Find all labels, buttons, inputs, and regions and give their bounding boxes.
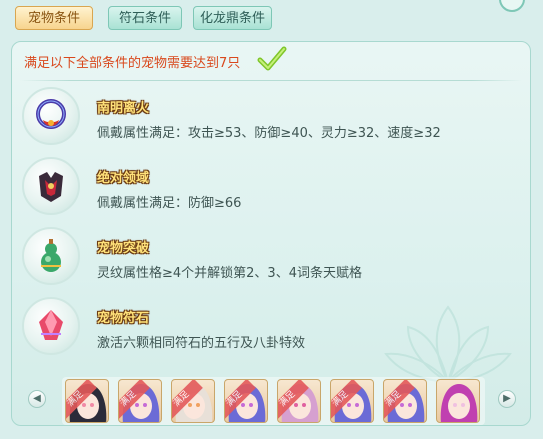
pet-portrait[interactable]: 满足: [224, 379, 268, 423]
armor-icon: [39, 172, 63, 202]
carousel-next-button[interactable]: ▶: [498, 390, 516, 408]
condition-row: 绝对领域 佩戴属性满足：防御≥66: [12, 157, 530, 217]
pet-portrait[interactable]: 满足: [383, 379, 427, 423]
condition-row: 南明离火 佩戴属性满足：攻击≥53、防御≥40、灵力≥32、速度≥32: [12, 87, 530, 147]
close-button[interactable]: [499, 0, 525, 12]
pet-portrait[interactable]: 满足: [171, 379, 215, 423]
rune-stone-icon: [39, 310, 63, 340]
condition-medal: [22, 297, 80, 355]
condition-description: 激活六颗相同符石的五行及八卦特效: [97, 336, 306, 351]
condition-title: 宠物突破: [97, 241, 150, 256]
gourd-icon: [41, 239, 61, 272]
pet-list: 满足 满足 满足 满足 满足 满足 满足: [62, 377, 485, 425]
condition-title: 宠物符石: [97, 311, 150, 326]
tab-dragon-cauldron-conditions[interactable]: 化龙鼎条件: [193, 6, 272, 30]
tab-rune-conditions[interactable]: 符石条件: [108, 6, 182, 30]
pet-portrait[interactable]: 满足: [277, 379, 321, 423]
condition-title: 绝对领域: [97, 171, 150, 186]
condition-row: 宠物突破 灵纹属性格≥4个并解锁第2、3、4词条天赋格: [12, 227, 530, 287]
condition-description: 佩戴属性满足：攻击≥53、防御≥40、灵力≥32、速度≥32: [97, 126, 441, 141]
pet-carousel: ◀ 满足 满足 满足 满足 满足 满足 满足 ▶: [20, 369, 525, 429]
pet-portrait[interactable]: [436, 379, 480, 423]
condition-medal: [22, 157, 80, 215]
condition-description: 灵纹属性格≥4个并解锁第2、3、4词条天赋格: [97, 266, 362, 281]
pet-portrait[interactable]: 满足: [330, 379, 374, 423]
pet-portrait[interactable]: 满足: [118, 379, 162, 423]
condition-row: 宠物符石 激活六颗相同符石的五行及八卦特效: [12, 297, 530, 357]
requirement-header: 满足以下全部条件的宠物需要达到7只: [24, 56, 241, 71]
tab-pet-conditions[interactable]: 宠物条件: [15, 6, 93, 30]
checkmark-icon: [257, 46, 287, 71]
fire-pendant-icon: [36, 99, 66, 129]
pet-portrait[interactable]: 满足: [65, 379, 109, 423]
condition-medal: [22, 87, 80, 145]
tab-bar: 宠物条件 符石条件 化龙鼎条件: [0, 0, 543, 38]
condition-description: 佩戴属性满足：防御≥66: [97, 196, 242, 211]
carousel-prev-button[interactable]: ◀: [28, 390, 46, 408]
pet-face-icon: [440, 384, 478, 422]
header-divider: [20, 80, 522, 81]
condition-medal: [22, 227, 80, 285]
condition-title: 南明离火: [97, 101, 150, 116]
